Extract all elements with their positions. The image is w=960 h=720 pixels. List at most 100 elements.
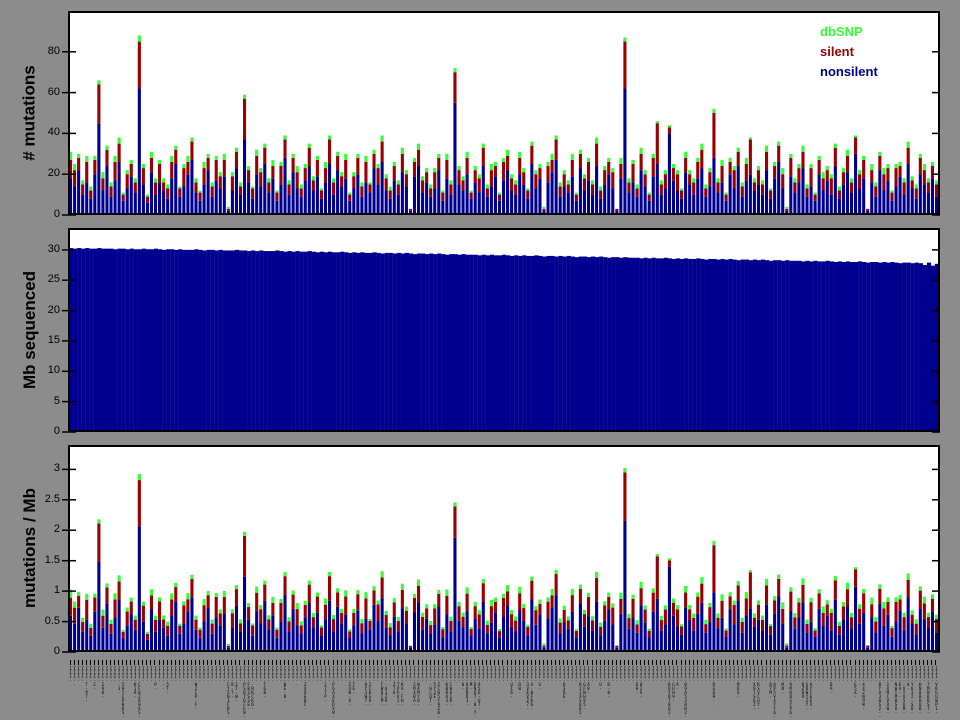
x-tick-mark bbox=[696, 660, 698, 665]
x-tick-mark bbox=[866, 660, 868, 665]
x-tick-mark bbox=[935, 660, 937, 665]
x-tick-mark bbox=[474, 660, 476, 665]
x-tick-mark bbox=[174, 660, 176, 665]
x-tick-mark bbox=[97, 660, 99, 665]
x-tick-mark bbox=[878, 660, 880, 665]
x-tick-mark bbox=[109, 660, 111, 665]
x-tick-mark bbox=[377, 660, 379, 665]
x-tick-mark bbox=[364, 660, 366, 665]
x-tick-mark bbox=[219, 660, 221, 665]
p2-chart-svg bbox=[62, 445, 940, 653]
x-tick-mark bbox=[652, 660, 654, 665]
panel-mutations-per-mb bbox=[62, 445, 940, 653]
x-tick-mark bbox=[421, 660, 423, 665]
x-tick-mark bbox=[77, 660, 79, 665]
x-tick-mark bbox=[114, 660, 115, 665]
x-tick-mark bbox=[393, 660, 395, 665]
y-tick-label: 1 bbox=[53, 584, 60, 597]
x-tick-mark bbox=[279, 660, 281, 665]
x-tick-mark bbox=[850, 660, 852, 665]
x-tick-mark bbox=[899, 660, 901, 665]
x-tick-mark bbox=[368, 660, 370, 665]
y-tick-label: 0.5 bbox=[44, 614, 60, 627]
x-tick-mark bbox=[138, 660, 140, 665]
x-tick-mark bbox=[441, 660, 443, 665]
x-tick-mark bbox=[648, 660, 650, 665]
x-tick-mark bbox=[785, 660, 787, 665]
x-tick-mark bbox=[126, 660, 128, 665]
x-tick-mark bbox=[546, 660, 548, 665]
x-tick-mark bbox=[405, 660, 407, 665]
x-tick-mark bbox=[462, 660, 463, 665]
y-tick-label: 5 bbox=[53, 394, 60, 407]
x-tick-mark bbox=[130, 660, 132, 665]
x-tick-mark bbox=[684, 660, 686, 665]
x-tick-mark bbox=[522, 660, 524, 665]
x-tick-mark bbox=[105, 660, 107, 665]
x-tick-mark bbox=[267, 660, 269, 665]
x-tick-mark bbox=[575, 660, 577, 665]
x-tick-mark bbox=[453, 660, 455, 665]
x-tick-mark bbox=[753, 660, 755, 665]
x-tick-mark bbox=[611, 660, 613, 665]
x-tick-mark bbox=[814, 660, 816, 665]
y-tick-label: 1.5 bbox=[44, 553, 60, 566]
x-tick-mark bbox=[741, 660, 743, 665]
y-axis-label-mutations-text: # mutations bbox=[20, 65, 39, 161]
y-tick-label: 0 bbox=[53, 208, 60, 220]
x-tick-mark bbox=[862, 660, 864, 665]
x-tick-mark bbox=[486, 660, 488, 665]
x-tick-mark bbox=[320, 660, 322, 665]
y-tick-label: 20 bbox=[47, 167, 60, 180]
x-tick-mark bbox=[846, 660, 848, 665]
x-tick-mark bbox=[275, 660, 277, 665]
mutation-rate-figure: # mutations Mb sequenced mutations / Mb … bbox=[0, 0, 960, 720]
y-tick-label: 0 bbox=[53, 645, 60, 657]
x-tick-mark bbox=[530, 660, 532, 665]
x-tick-mark bbox=[858, 660, 860, 665]
x-tick-mark bbox=[563, 660, 565, 665]
y-tick-label: 80 bbox=[47, 44, 60, 57]
x-tick-mark bbox=[627, 660, 629, 665]
x-tick-mark bbox=[401, 660, 403, 665]
x-tick-mark bbox=[235, 660, 237, 665]
x-tick-mark bbox=[356, 660, 358, 665]
x-tick-mark bbox=[69, 660, 71, 665]
x-tick-mark bbox=[789, 660, 791, 665]
x-tick-mark bbox=[288, 660, 289, 665]
x-tick-mark bbox=[437, 660, 439, 665]
x-tick-mark bbox=[296, 660, 298, 665]
x-tick-mark bbox=[466, 660, 468, 665]
x-tick-mark bbox=[805, 660, 807, 665]
x-tick-mark bbox=[255, 660, 257, 665]
sample-label: III-VKGUWP1-G67GX bbox=[933, 666, 938, 714]
x-tick-mark bbox=[482, 660, 484, 665]
x-tick-mark bbox=[749, 660, 751, 665]
legend: dbSNP silent nonsilent bbox=[820, 22, 878, 82]
x-tick-mark bbox=[886, 660, 888, 665]
x-tick-mark bbox=[870, 660, 872, 665]
y-tick-label: 15 bbox=[47, 333, 60, 346]
x-tick-mark bbox=[251, 660, 253, 665]
x-tick-mark bbox=[834, 660, 836, 665]
x-tick-mark bbox=[656, 660, 658, 665]
x-tick-mark bbox=[336, 660, 338, 665]
x-tick-mark bbox=[615, 660, 617, 665]
x-tick-mark bbox=[397, 660, 399, 665]
x-tick-mark bbox=[765, 660, 767, 665]
x-tick-mark bbox=[890, 660, 892, 665]
x-tick-mark bbox=[733, 660, 735, 665]
x-tick-mark bbox=[457, 660, 459, 665]
x-tick-mark bbox=[178, 660, 180, 665]
x-tick-mark bbox=[182, 660, 184, 665]
x-tick-mark bbox=[704, 660, 706, 665]
x-tick-mark bbox=[571, 660, 573, 665]
x-tick-mark bbox=[907, 660, 909, 665]
x-tick-mark bbox=[348, 660, 350, 665]
x-tick-mark bbox=[672, 660, 674, 665]
y-tick-label: 40 bbox=[47, 126, 60, 139]
x-tick-mark bbox=[729, 660, 731, 665]
x-tick-mark bbox=[797, 660, 799, 665]
x-tick-mark bbox=[198, 660, 200, 665]
x-tick-mark bbox=[85, 660, 87, 665]
